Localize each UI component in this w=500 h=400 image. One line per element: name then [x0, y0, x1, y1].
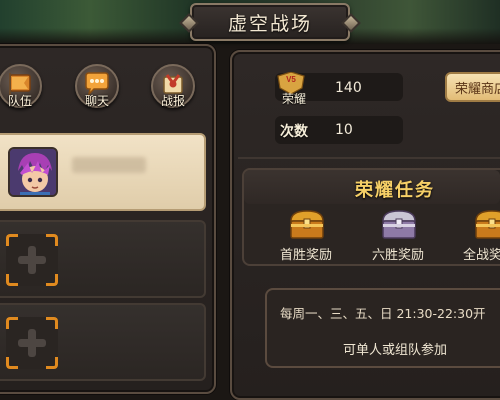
tasks-title: 荣耀任务	[355, 180, 435, 201]
schedule-days: 每周一、三、五、日 21:30-22:30开	[280, 306, 486, 321]
wins-label: 次数	[280, 124, 308, 140]
team-slot-2	[0, 220, 206, 298]
player-avatar	[8, 147, 58, 197]
title-banner: 虚空战场	[179, 3, 361, 41]
team-slot-1[interactable]	[0, 133, 206, 211]
page-title: 虚空战场	[227, 12, 312, 35]
player-name-blurred	[72, 157, 146, 173]
all-battle-reward-label: 全战奖	[463, 248, 500, 263]
team-button[interactable]: 队伍	[0, 64, 42, 108]
team-button-label: 队伍	[7, 94, 33, 108]
battle-report-button[interactable]: 战报	[151, 64, 195, 108]
honor-value: 140	[335, 80, 362, 96]
battle-report-button-label: 战报	[160, 94, 186, 108]
gold-chest-icon[interactable]	[287, 207, 327, 241]
schedule-note: 可单人或组队参加	[343, 343, 448, 358]
divider	[238, 157, 500, 159]
add-member-button[interactable]	[6, 317, 58, 369]
chat-button-label: 聊天	[84, 94, 110, 108]
wins-value: 10	[335, 122, 353, 138]
chat-button[interactable]: 聊天	[75, 64, 119, 108]
avatar-portrait-icon	[10, 149, 56, 195]
six-win-reward-label: 六胜奖励	[372, 248, 425, 263]
honor-shop-button[interactable]: 荣耀商店	[445, 72, 500, 102]
first-win-reward-label: 首胜奖励	[280, 248, 333, 263]
honor-badge-text: V5	[286, 75, 296, 84]
honor-shop-button-label: 荣耀商店	[455, 81, 500, 97]
add-member-button[interactable]	[6, 234, 58, 286]
gold-chest-icon[interactable]	[472, 207, 500, 241]
game-screen: 虚空战场 队伍 聊天 战报 V5 荣耀 140 次数 10 荣耀商 荣耀任务 首…	[0, 0, 500, 400]
silver-chest-icon[interactable]	[379, 207, 419, 241]
team-slot-3	[0, 303, 206, 381]
honor-label: 荣耀	[282, 92, 307, 106]
